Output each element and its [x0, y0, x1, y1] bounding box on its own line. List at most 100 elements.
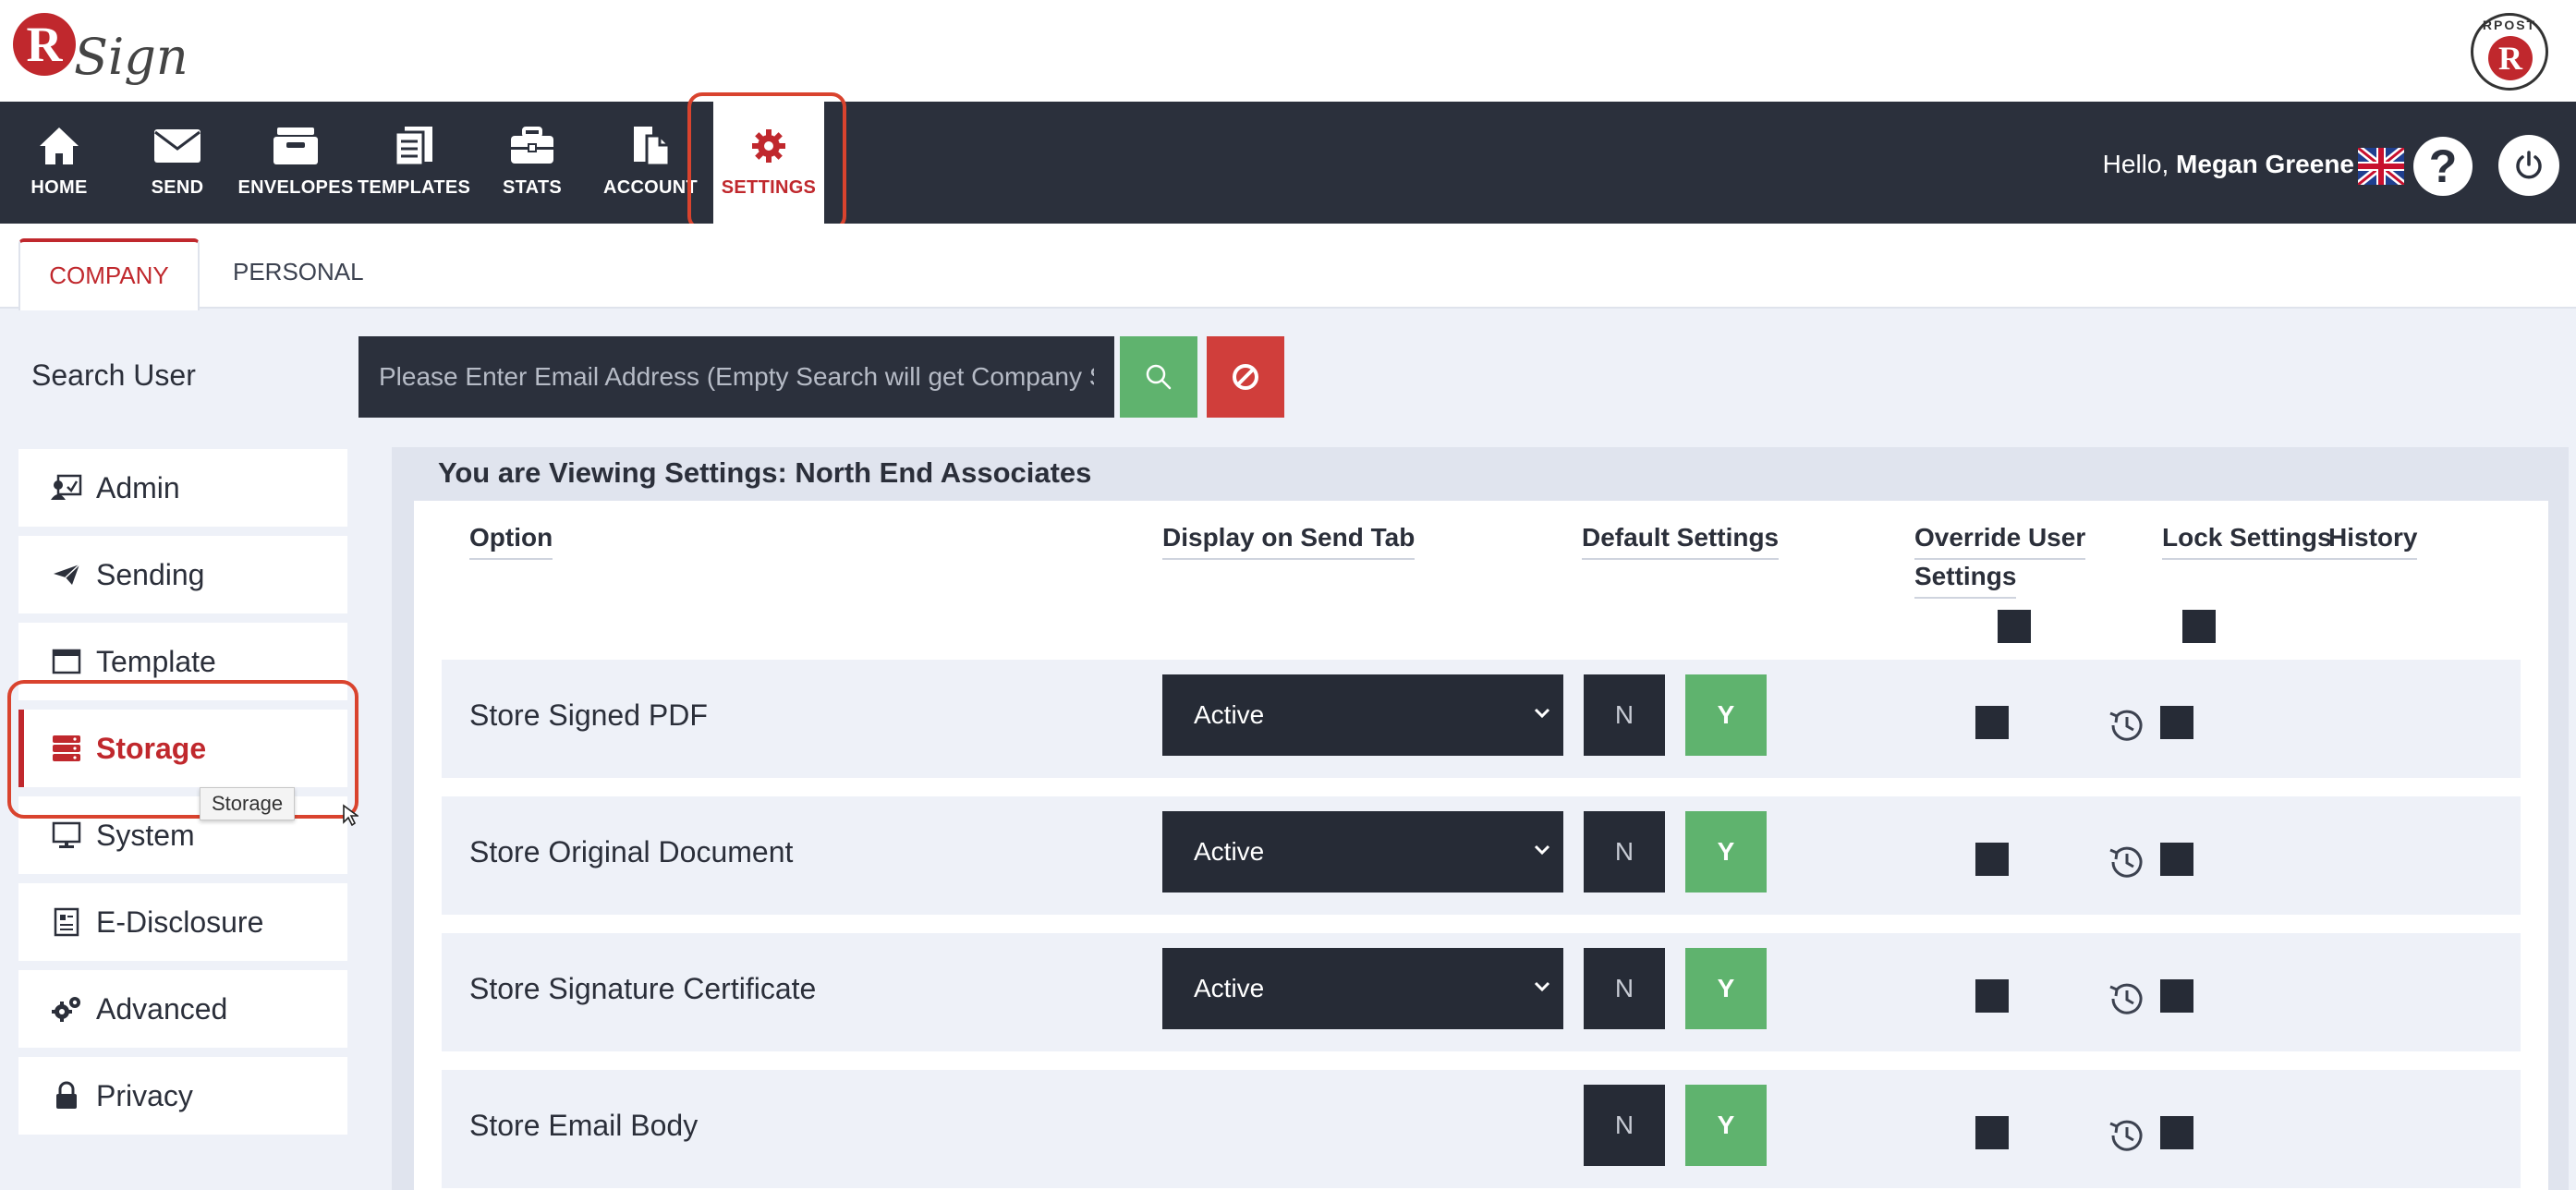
storage-highlight-annotation	[7, 680, 358, 819]
top-header: R Sign RPOST R	[0, 0, 2576, 102]
storage-tooltip: Storage	[200, 787, 296, 820]
clear-search-button[interactable]	[1207, 336, 1284, 418]
settings-panel: You are Viewing Settings: North End Asso…	[392, 447, 2569, 1190]
default-no-button[interactable]: N	[1584, 674, 1665, 756]
column-header-defaults: Default Settings	[1582, 521, 1780, 560]
envelopes-icon	[240, 124, 351, 168]
admin-icon	[50, 471, 83, 504]
table-row: Store Original Document Active N Y	[442, 796, 2521, 915]
history-icon[interactable]	[2105, 978, 2147, 1020]
default-yes-button[interactable]: Y	[1685, 811, 1767, 892]
rpost-wordmark: RPOST	[2482, 18, 2537, 32]
option-name: Store Original Document	[469, 835, 794, 868]
home-icon	[4, 124, 115, 168]
window-icon	[50, 645, 83, 678]
lock-checkbox[interactable]	[2160, 979, 2193, 1013]
document-icon	[50, 905, 83, 939]
sidebar-item-admin[interactable]: Admin	[18, 449, 347, 527]
uk-flag-icon[interactable]	[2355, 144, 2407, 188]
sidebar-item-label: Advanced	[96, 992, 228, 1026]
history-icon[interactable]	[2105, 704, 2147, 747]
override-checkbox[interactable]	[1975, 979, 2009, 1013]
default-no-button[interactable]: N	[1584, 948, 1665, 1029]
history-icon[interactable]	[2105, 841, 2147, 883]
nav-envelopes[interactable]: ENVELOPES	[238, 102, 353, 224]
display-select[interactable]: Active	[1162, 674, 1563, 756]
sidebar-item-label: Admin	[96, 471, 180, 504]
rpost-mark: R	[2488, 36, 2533, 80]
panel-title: You are Viewing Settings: North End Asso…	[438, 456, 1092, 489]
mouse-cursor-icon	[343, 804, 358, 826]
sidebar-item-advanced[interactable]: Advanced	[18, 970, 347, 1048]
lock-checkbox[interactable]	[2160, 1116, 2193, 1149]
logo-mark: R	[13, 13, 76, 76]
chevron-down-icon	[1534, 844, 1550, 856]
tab-company[interactable]: COMPANY	[18, 238, 200, 310]
lock-checkbox[interactable]	[2160, 706, 2193, 739]
history-icon[interactable]	[2105, 1114, 2147, 1157]
settings-table: Option Display on Send Tab Default Setti…	[414, 501, 2548, 1190]
logout-button[interactable]	[2498, 135, 2559, 196]
column-header-display: Display on Send Tab	[1162, 521, 1416, 560]
nav-send[interactable]: SEND	[122, 102, 233, 224]
override-checkbox[interactable]	[1975, 1116, 2009, 1149]
nav-templates[interactable]: TEMPLATES	[358, 102, 470, 224]
display-select[interactable]: Active	[1162, 948, 1563, 1029]
chevron-down-icon	[1534, 708, 1550, 719]
sidebar-item-e-disclosure[interactable]: E-Disclosure	[18, 883, 347, 961]
help-button[interactable]: ?	[2413, 137, 2473, 196]
column-header-lock: Lock Settings	[2162, 521, 2332, 560]
override-all-checkbox[interactable]	[1998, 610, 2031, 643]
monitor-icon	[50, 819, 83, 852]
lock-icon	[50, 1079, 83, 1112]
override-checkbox[interactable]	[1975, 706, 2009, 739]
nav-home[interactable]: HOME	[4, 102, 115, 224]
user-name: Megan Greene	[2176, 150, 2354, 178]
table-row: Store Signature Certificate Active N Y	[442, 933, 2521, 1051]
ban-icon	[1233, 364, 1258, 390]
chevron-down-icon	[1534, 981, 1550, 992]
rsign-logo[interactable]: R Sign	[13, 13, 188, 96]
override-checkbox[interactable]	[1975, 843, 2009, 876]
rpost-logo[interactable]: RPOST R	[2471, 13, 2548, 91]
tab-personal[interactable]: PERSONAL	[203, 238, 394, 309]
column-header-option: Option	[469, 521, 553, 560]
display-select[interactable]: Active	[1162, 811, 1563, 892]
default-yes-button[interactable]: Y	[1685, 948, 1767, 1029]
sidebar-item-label: Sending	[96, 558, 205, 591]
greeting-prefix: Hello,	[2102, 150, 2169, 178]
search-button[interactable]	[1120, 336, 1197, 418]
sidebar-item-label: System	[96, 819, 195, 852]
sidebar-item-label: Privacy	[96, 1079, 193, 1112]
default-no-button[interactable]: N	[1584, 1085, 1665, 1166]
paper-plane-icon	[50, 558, 83, 591]
sidebar-item-label: E-Disclosure	[96, 905, 264, 939]
sidebar-item-privacy[interactable]: Privacy	[18, 1057, 347, 1135]
column-header-history: History	[2328, 521, 2418, 560]
lock-all-checkbox[interactable]	[2182, 610, 2216, 643]
lock-checkbox[interactable]	[2160, 843, 2193, 876]
envelope-icon	[122, 124, 233, 168]
main-navbar: HOME SEND ENVELOPES TEMPLATES STATS ACCO…	[0, 102, 2576, 224]
select-value: Active	[1194, 700, 1265, 729]
select-value: Active	[1194, 837, 1265, 866]
settings-tabs: COMPANY PERSONAL	[0, 224, 2576, 310]
search-email-input[interactable]	[358, 336, 1114, 418]
logo-wordmark: Sign	[74, 28, 188, 86]
option-name: Store Signature Certificate	[469, 972, 817, 1005]
user-greeting: Hello, Megan Greene	[2103, 150, 2354, 179]
power-icon	[2516, 151, 2542, 179]
sidebar-item-label: Template	[96, 645, 216, 678]
option-name: Store Email Body	[469, 1109, 699, 1142]
default-yes-button[interactable]: Y	[1685, 674, 1767, 756]
nav-stats[interactable]: STATS	[477, 102, 588, 224]
search-user-label: Search User	[31, 358, 196, 392]
default-yes-button[interactable]: Y	[1685, 1085, 1767, 1166]
column-header-override: Override User Settings	[1914, 521, 2086, 599]
select-value: Active	[1194, 974, 1265, 1002]
default-no-button[interactable]: N	[1584, 811, 1665, 892]
gears-icon	[50, 992, 83, 1026]
sidebar-item-sending[interactable]: Sending	[18, 536, 347, 613]
briefcase-icon	[477, 124, 588, 168]
templates-icon	[358, 124, 469, 168]
